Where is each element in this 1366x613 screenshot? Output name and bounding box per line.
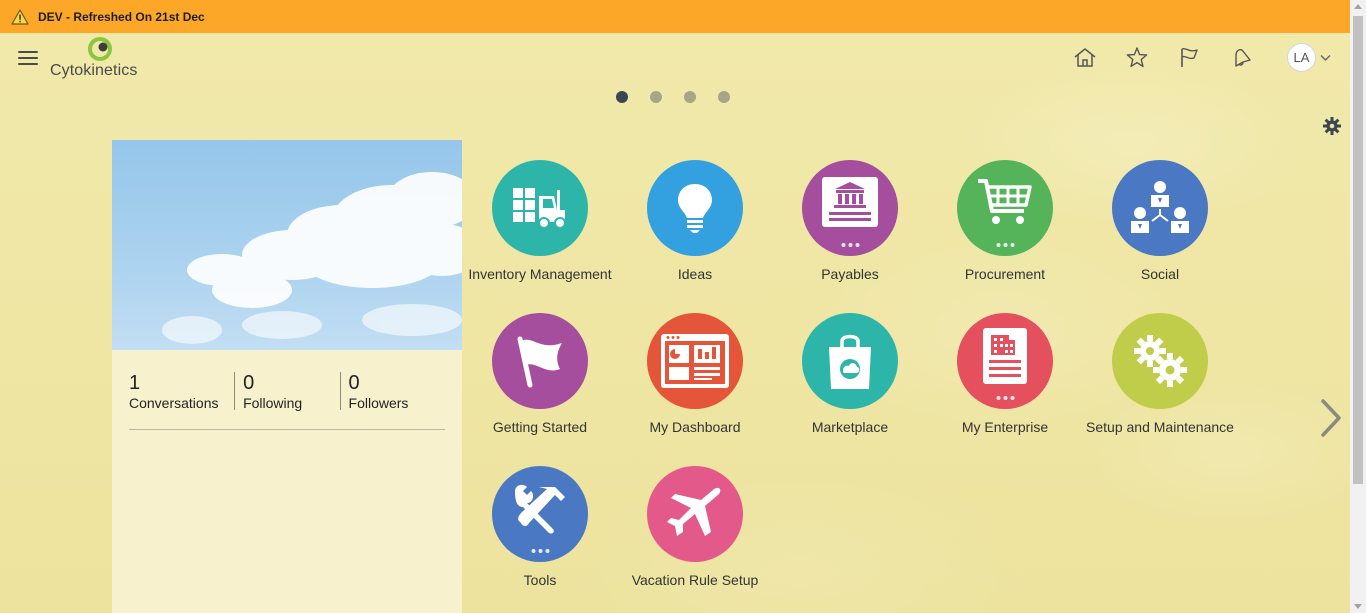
app-label: My Enterprise [961,419,1049,435]
warning-icon [11,8,29,25]
app-label: Ideas [677,266,713,282]
app-tile [802,313,898,409]
scrollbar-thumb[interactable] [1353,16,1363,484]
star-icon[interactable] [1124,45,1150,71]
environment-banner: DEV - Refreshed On 21st Dec [0,0,1350,33]
more-dots-icon [995,396,1016,400]
app-ideas[interactable]: Ideas [620,160,770,281]
app-tools[interactable]: Tools [465,466,615,587]
stat-label: Following [243,395,303,411]
shopping-bag-icon [829,334,871,389]
app-tile [492,160,588,256]
menu-hamburger-icon[interactable] [18,51,38,67]
stat-following[interactable]: 0 Following [234,372,339,411]
app-label: Social [1140,266,1180,282]
clouds-image [162,172,462,344]
app-tile [802,160,898,256]
gear-icon[interactable] [1322,116,1342,136]
app-social[interactable]: Social [1085,160,1235,281]
app-tile [647,160,743,256]
global-header: Cytokinetics LA [0,33,1350,85]
app-payables[interactable]: Payables [775,160,925,281]
profile-cover-image [112,140,462,350]
more-dots-icon [530,549,551,553]
home-icon[interactable] [1072,45,1098,71]
lightbulb-icon [678,184,712,233]
app-procurement[interactable]: Procurement [930,160,1080,281]
carousel-pagination [616,91,752,103]
company-logo[interactable]: Cytokinetics [49,35,159,81]
social-stats: 1 Conversations 0 Following 0 Followers [129,372,445,430]
people-icon [1131,181,1189,233]
gears-icon [1134,335,1187,387]
app-label: Setup and Maintenance [1086,419,1234,435]
app-label: Procurement [964,266,1046,282]
app-tile [647,466,743,562]
bank-icon [822,177,878,227]
page-dot-3[interactable] [684,91,696,103]
dashboard-icon [661,334,729,388]
app-label: Payables [821,266,879,282]
app-label: Getting Started [492,419,588,435]
vertical-scrollbar[interactable] [1350,0,1366,613]
logo-text: Cytokinetics [50,62,138,79]
forklift-icon [513,188,566,229]
app-my-enterprise[interactable]: My Enterprise [930,313,1080,434]
app-label: Marketplace [811,419,889,435]
stat-value: 1 [129,372,141,394]
building-icon [983,328,1027,384]
app-label: My Dashboard [649,419,741,435]
app-my-dashboard[interactable]: My Dashboard [620,313,770,434]
bell-icon[interactable] [1229,45,1255,71]
page-dot-1[interactable] [616,91,628,103]
app-tile [957,313,1053,409]
stat-value: 0 [348,372,360,394]
app-tile [492,466,588,562]
app-vacation-rule-setup[interactable]: Vacation Rule Setup [620,466,770,587]
tools-icon [515,484,565,534]
app-tile [1112,160,1208,256]
stat-label: Followers [348,395,409,411]
stat-followers[interactable]: 0 Followers [339,372,445,411]
app-label: Tools [523,572,557,588]
logo-mark-icon [88,37,112,61]
banner-text: DEV - Refreshed On 21st Dec [38,9,205,24]
profile-panel: 1 Conversations 0 Following 0 Followers [112,140,462,613]
user-avatar[interactable]: LA [1287,43,1316,72]
stat-value: 0 [243,372,255,394]
app-marketplace[interactable]: Marketplace [775,313,925,434]
app-setup-and-maintenance[interactable]: Setup and Maintenance [1085,313,1235,434]
app-tile [647,313,743,409]
app-label: Vacation Rule Setup [631,572,759,588]
stat-label: Conversations [129,395,219,411]
chevron-right-icon[interactable] [1318,398,1344,438]
app-label: Inventory Management [468,266,612,282]
flag-icon[interactable] [1176,45,1202,71]
cart-icon [978,179,1032,224]
app-tile [957,160,1053,256]
app-tile [492,313,588,409]
airplane-icon [667,487,721,536]
stat-conversations[interactable]: 1 Conversations [129,372,234,429]
page-dot-2[interactable] [650,91,662,103]
app-getting-started[interactable]: Getting Started [465,313,615,434]
scroll-down-icon[interactable] [1354,604,1362,609]
page-dot-4[interactable] [718,91,730,103]
app-tile [1112,313,1208,409]
scroll-up-icon[interactable] [1354,4,1362,9]
more-dots-icon [840,243,861,247]
app-inventory-management[interactable]: Inventory Management [465,160,615,281]
chevron-down-icon[interactable] [1320,54,1331,62]
flag-icon [517,336,562,388]
more-dots-icon [995,243,1016,247]
